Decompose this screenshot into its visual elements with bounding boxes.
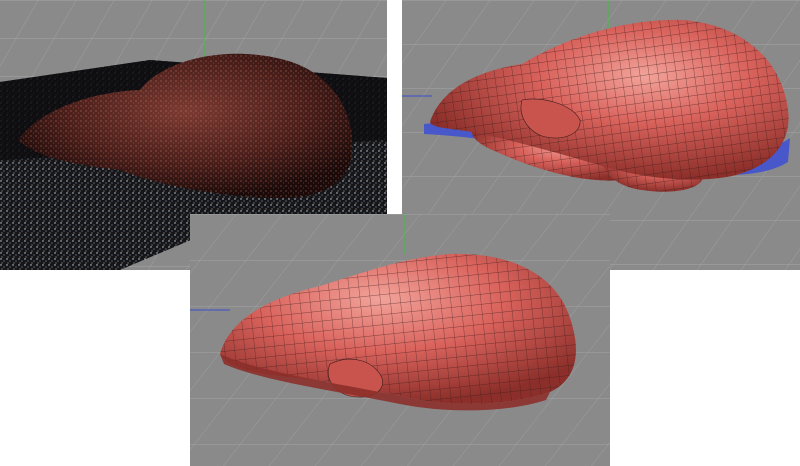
mesh-bottom-viewport: [190, 214, 610, 466]
